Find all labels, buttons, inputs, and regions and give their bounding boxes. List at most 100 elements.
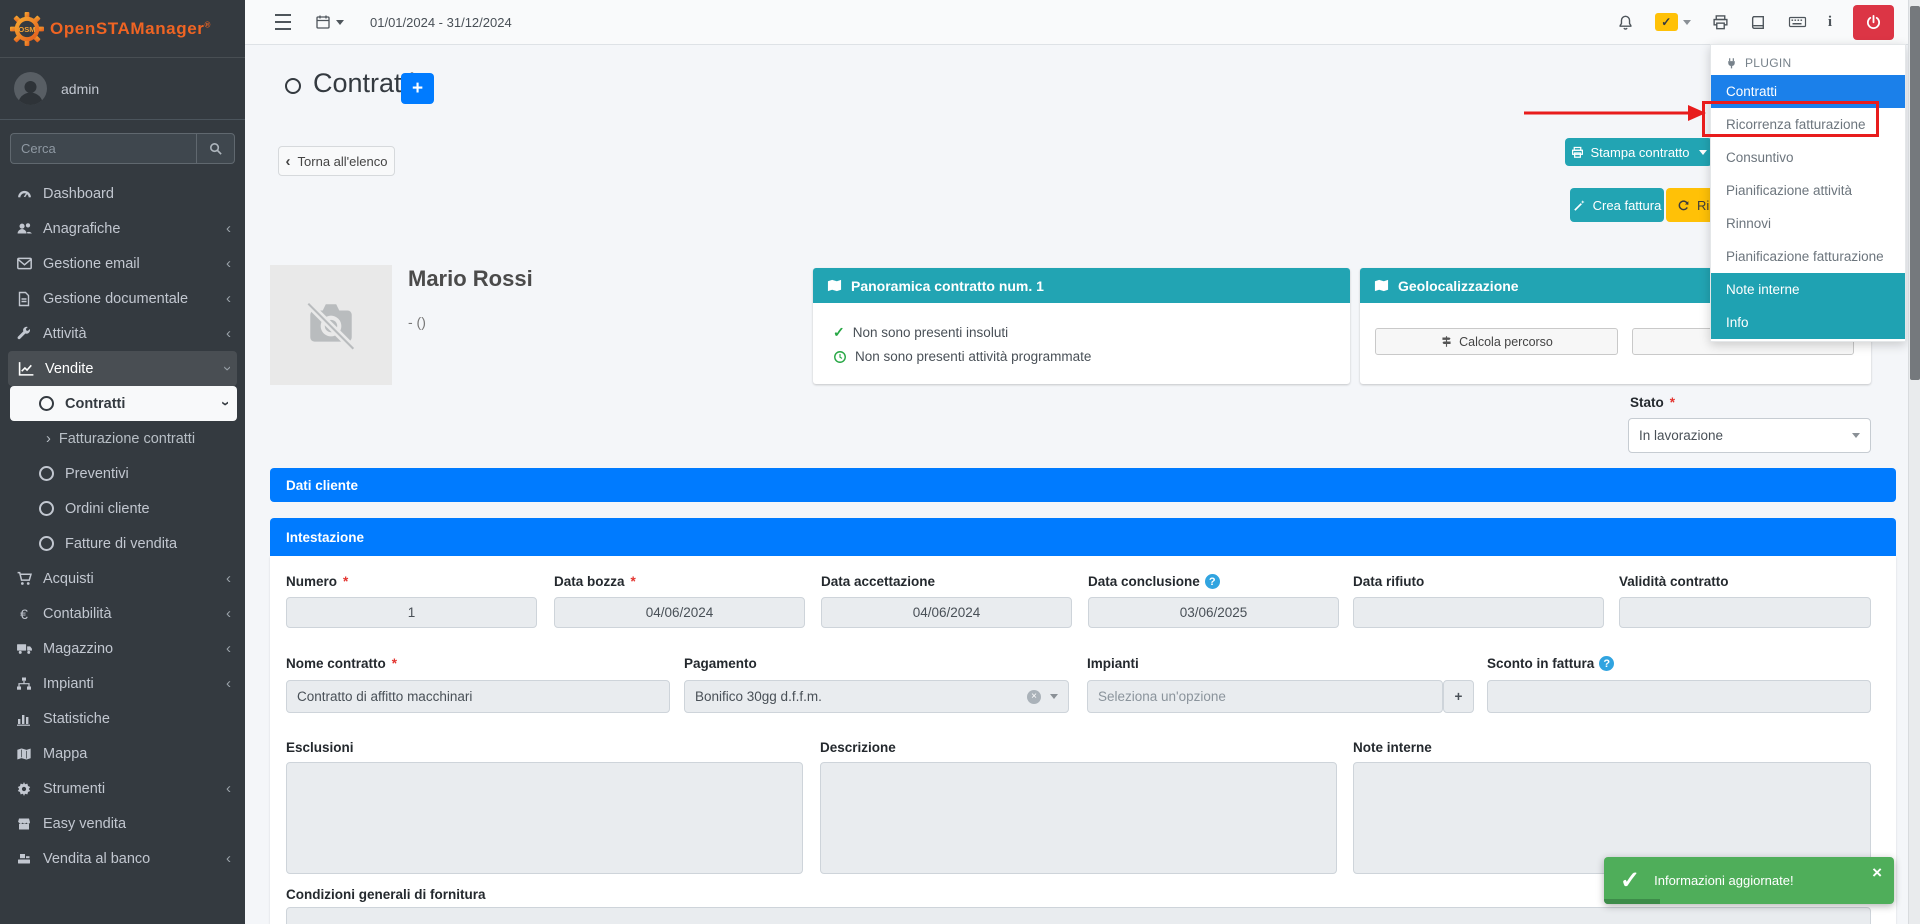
data-conclusione-input[interactable] — [1088, 597, 1339, 628]
sidebar-item-vendita-al-banco[interactable]: Vendita al banco ‹ — [0, 841, 245, 876]
sidebar-item-contabilita[interactable]: € Contabilità ‹ — [0, 596, 245, 631]
status-dropdown[interactable]: ✓ — [1655, 13, 1691, 31]
plugin-item-info[interactable]: Info — [1711, 306, 1905, 339]
chevron-left-icon: ‹ — [226, 781, 231, 796]
record-name: Mario Rossi — [408, 266, 533, 292]
validita-input[interactable] — [1619, 597, 1871, 628]
plugin-item-pianificazione-attivita[interactable]: Pianificazione attività — [1711, 174, 1905, 207]
clock-icon — [833, 350, 847, 364]
stato-select[interactable]: In lavorazione — [1628, 418, 1871, 453]
bell-icon — [1617, 14, 1634, 31]
data-rifiuto-input[interactable] — [1353, 597, 1604, 628]
section-dati-cliente[interactable]: Dati cliente — [270, 468, 1896, 502]
sidebar-item-gestione-email[interactable]: Gestione email ‹ — [0, 246, 245, 281]
impianti-select[interactable]: Seleziona un'opzione — [1087, 680, 1443, 713]
sidebar-item-contratti[interactable]: Contratti ‹ — [10, 386, 237, 421]
sidebar: OSM OpenSTAManager® admin Dashboard — [0, 0, 245, 924]
sidebar-item-fatturazione-contratti[interactable]: › Fatturazione contratti — [0, 421, 245, 456]
scrollbar-track[interactable] — [1908, 0, 1920, 924]
create-invoice-button[interactable]: Crea fattura — [1570, 188, 1664, 222]
scrollbar-thumb[interactable] — [1910, 6, 1920, 380]
plugin-item-note-interne[interactable]: Note interne — [1711, 273, 1905, 306]
esclusioni-textarea[interactable] — [286, 762, 803, 874]
sidebar-item-impianti[interactable]: Impianti ‹ — [0, 666, 245, 701]
annotation-arrow — [1518, 100, 1708, 126]
circle-icon — [39, 396, 54, 411]
power-icon — [1865, 14, 1882, 31]
descrizione-textarea[interactable] — [820, 762, 1337, 874]
impianti-add-button[interactable]: + — [1443, 680, 1474, 713]
plugin-item-pianificazione-fatturazione[interactable]: Pianificazione fatturazione — [1711, 240, 1905, 273]
add-record-button[interactable]: + — [401, 73, 434, 104]
sidebar-search — [10, 133, 235, 164]
circle-icon — [39, 501, 54, 516]
section-intestazione[interactable]: Intestazione — [270, 518, 1896, 556]
sidebar-item-gestione-documentale[interactable]: Gestione documentale ‹ — [0, 281, 245, 316]
chart-line-icon — [18, 360, 35, 377]
data-accettazione-input[interactable] — [821, 597, 1072, 628]
clear-icon[interactable]: × — [1027, 690, 1041, 704]
help-icon[interactable]: ? — [1205, 574, 1220, 589]
caret-down-icon — [1683, 20, 1691, 25]
data-bozza-input[interactable] — [554, 597, 805, 628]
user-row[interactable]: admin — [0, 58, 245, 120]
calculate-route-button[interactable]: Calcola percorso — [1375, 328, 1618, 355]
users-icon — [16, 220, 33, 237]
print-contract-button[interactable]: Stampa contratto — [1565, 138, 1712, 166]
brand[interactable]: OSM OpenSTAManager® — [0, 0, 245, 58]
chart-bar-icon — [16, 711, 32, 727]
sidebar-item-strumenti[interactable]: Strumenti ‹ — [0, 771, 245, 806]
search-input[interactable] — [10, 133, 196, 164]
docs-button[interactable] — [1750, 14, 1767, 31]
plugin-item-rinnovi[interactable]: Rinnovi — [1711, 207, 1905, 240]
sidebar-item-mappa[interactable]: Mappa — [0, 736, 245, 771]
sidebar-item-preventivi[interactable]: Preventivi — [0, 456, 245, 491]
username: admin — [61, 81, 99, 97]
osm-gear-logo-icon: OSM — [10, 12, 44, 46]
angle-right-icon: › — [46, 431, 51, 447]
cart-icon — [16, 570, 33, 587]
notifications-button[interactable] — [1617, 14, 1634, 31]
plugin-item-consuntivo[interactable]: Consuntivo — [1711, 141, 1905, 174]
chevron-down-icon: ‹ — [219, 366, 234, 371]
sidebar-item-magazzino[interactable]: Magazzino ‹ — [0, 631, 245, 666]
sidebar-item-ordini-cliente[interactable]: Ordini cliente — [0, 491, 245, 526]
sidebar-item-attivita[interactable]: Attività ‹ — [0, 316, 245, 351]
toast-close-button[interactable]: × — [1872, 863, 1882, 883]
stato-label: Stato* — [1630, 395, 1675, 410]
sconto-input[interactable] — [1487, 680, 1871, 713]
app-window: OSM OpenSTAManager® admin Dashboard — [0, 0, 1920, 924]
logout-button[interactable] — [1853, 5, 1894, 40]
info-button[interactable]: i — [1828, 14, 1832, 31]
sidebar-item-anagrafiche[interactable]: Anagrafiche ‹ — [0, 211, 245, 246]
sidebar-item-dashboard[interactable]: Dashboard — [0, 176, 245, 211]
sidebar-item-acquisti[interactable]: Acquisti ‹ — [0, 561, 245, 596]
shortcuts-button[interactable] — [1788, 14, 1807, 30]
sidebar-item-vendite[interactable]: Vendite ‹ — [8, 351, 237, 386]
calendar-dropdown[interactable] — [315, 14, 344, 30]
condizioni-textarea[interactable] — [286, 907, 1871, 924]
magic-wand-icon — [1573, 199, 1586, 212]
map-icon — [827, 278, 842, 293]
search-button[interactable] — [196, 133, 235, 164]
esclusioni-label: Esclusioni — [286, 740, 354, 755]
print-button[interactable] — [1712, 14, 1729, 31]
sidebar-item-easy-vendita[interactable]: Easy vendita — [0, 806, 245, 841]
info-icon: i — [1828, 14, 1832, 31]
sidebar-item-statistiche[interactable]: Statistiche — [0, 701, 245, 736]
date-range[interactable]: 01/01/2024 - 31/12/2024 — [370, 15, 512, 30]
sidebar-item-fatture-di-vendita[interactable]: Fatture di vendita — [0, 526, 245, 561]
printer-icon — [1712, 14, 1729, 31]
annotation-box — [1702, 101, 1879, 137]
calendar-icon — [315, 14, 331, 30]
help-icon[interactable]: ? — [1599, 656, 1614, 671]
pagamento-select[interactable]: Bonifico 30gg d.f.f.m. × — [684, 680, 1069, 713]
numero-input[interactable] — [286, 597, 537, 628]
nome-contratto-input[interactable] — [286, 680, 670, 713]
caret-down-icon — [1050, 694, 1058, 699]
map-icon — [16, 746, 32, 762]
gear-icon — [16, 781, 32, 797]
menu-toggle-button[interactable] — [275, 12, 291, 33]
file-icon — [16, 291, 32, 307]
back-to-list-button[interactable]: ‹ Torna all'elenco — [278, 146, 395, 176]
